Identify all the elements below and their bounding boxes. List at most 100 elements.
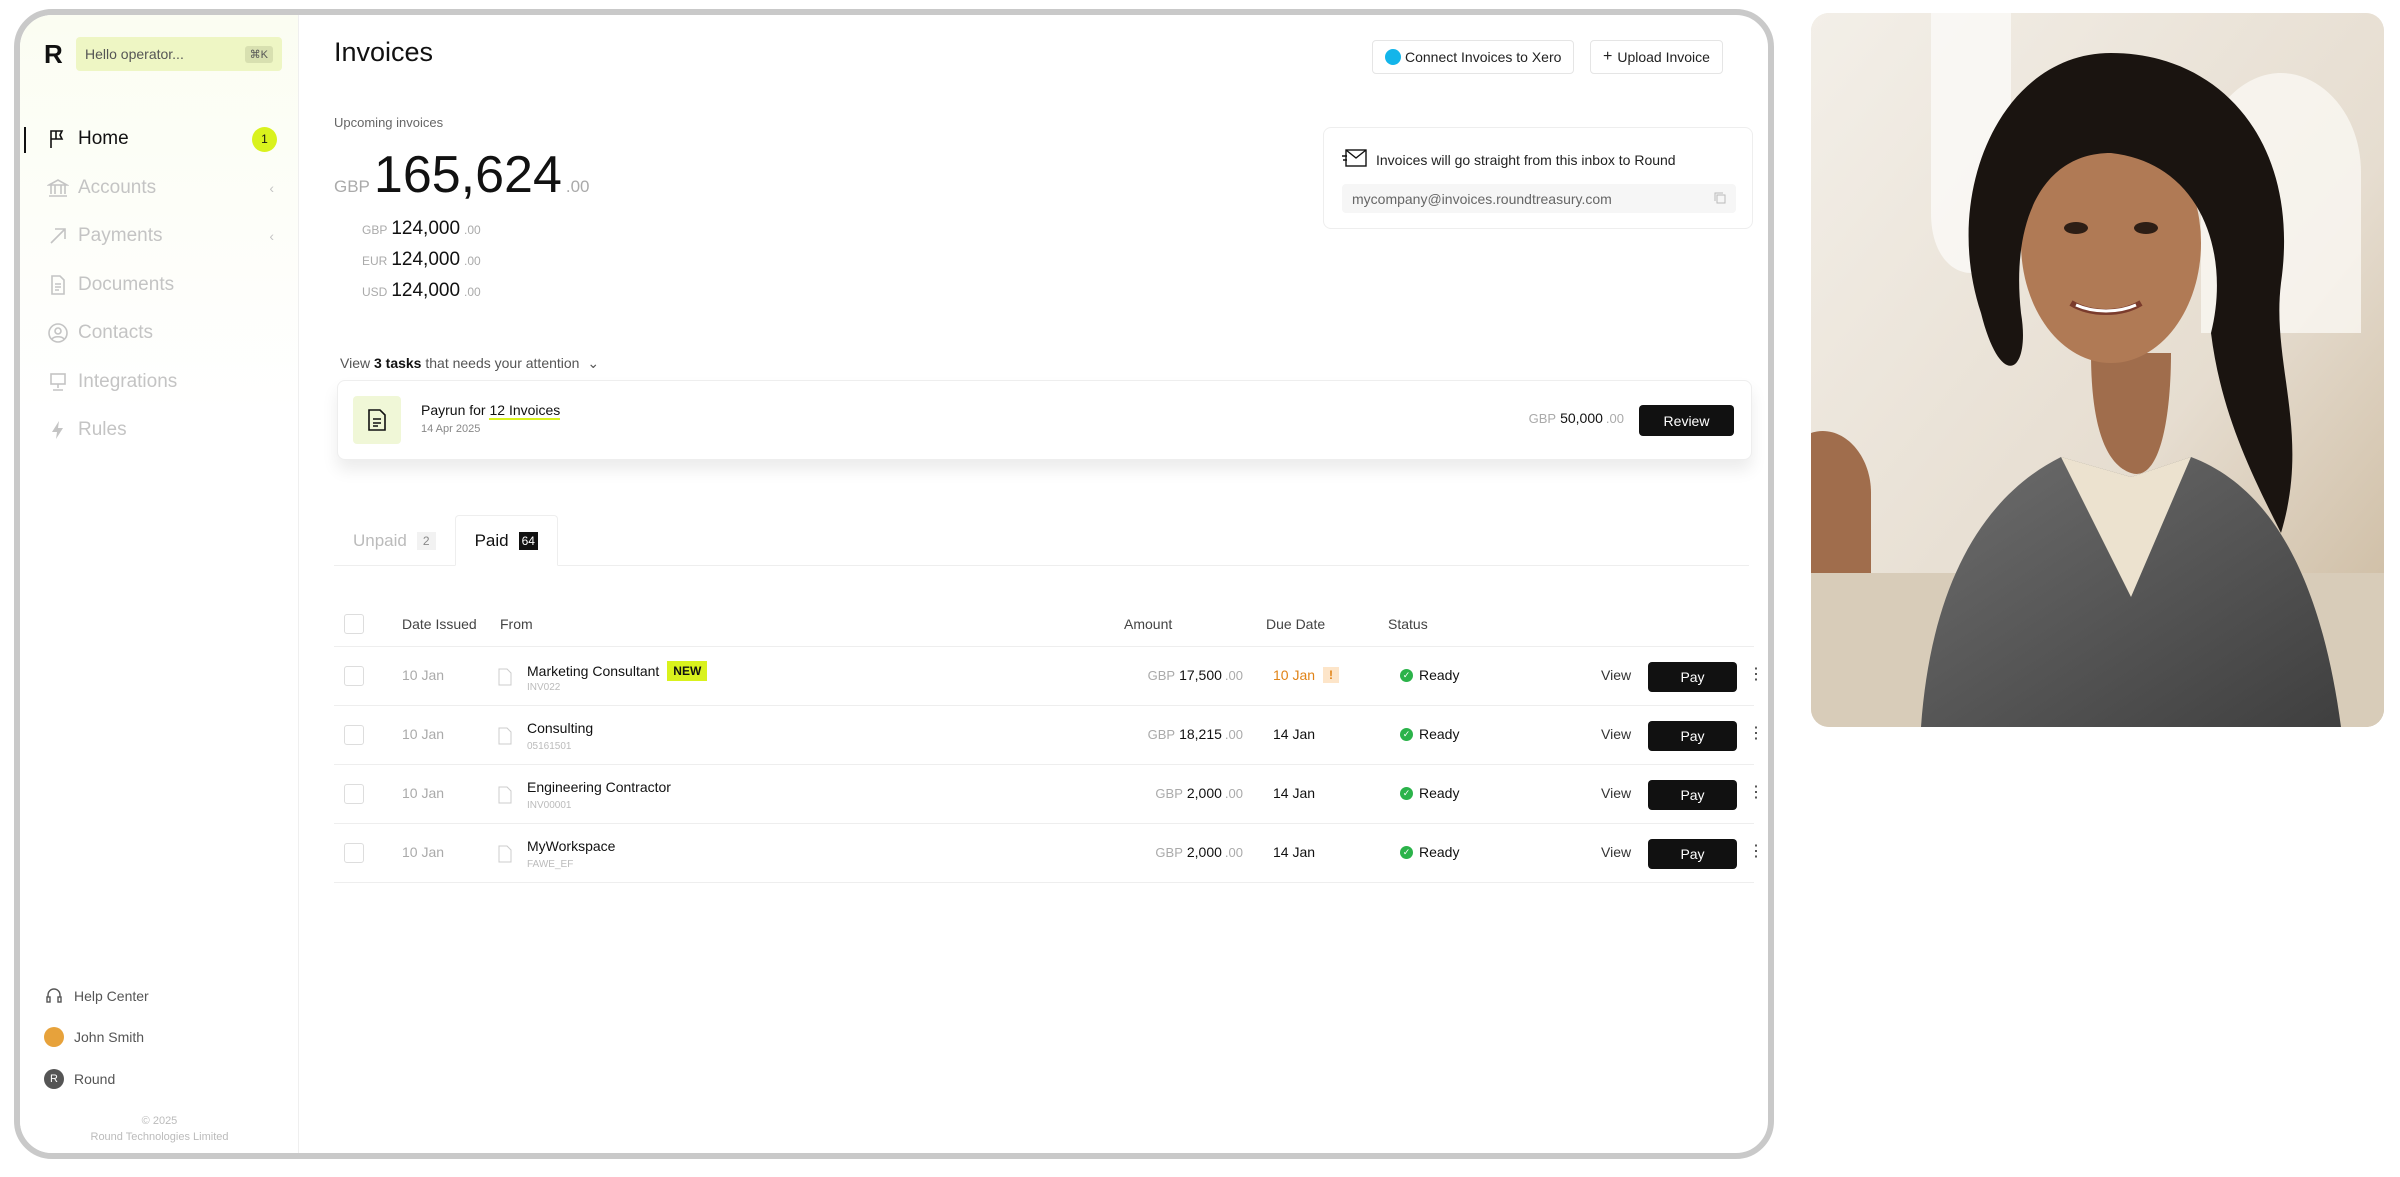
column-header-status[interactable]: Status [1388, 616, 1428, 632]
amount-currency: GBP [1155, 786, 1183, 801]
date-issued: 10 Jan [402, 844, 445, 860]
sidebar-item-label: Integrations [78, 370, 178, 392]
more-options-icon[interactable]: ⋮ [1748, 841, 1764, 861]
user-profile-link[interactable]: John Smith [44, 1017, 284, 1059]
table-row[interactable]: 10 Jan Marketing Consultant NEW INV022 GB… [334, 647, 1764, 706]
sidebar-item-payments[interactable]: Payments ‹ [20, 212, 298, 261]
more-options-icon[interactable]: ⋮ [1748, 664, 1764, 684]
connect-xero-label: Connect Invoices to Xero [1405, 49, 1562, 65]
from-name: Marketing Consultant [527, 663, 660, 679]
chevron-left-icon[interactable]: ‹ [269, 180, 274, 196]
sidebar: R Hello operator... ⌘K Home 1 Accounts ‹… [20, 15, 299, 1153]
organisation-link[interactable]: R Round [44, 1058, 284, 1100]
pay-button[interactable]: Pay [1648, 780, 1737, 810]
column-header-amount[interactable]: Amount [1124, 616, 1172, 632]
due-date: 14 Jan [1273, 844, 1315, 860]
column-header-due-date[interactable]: Due Date [1266, 616, 1325, 632]
from-name: Consulting [527, 720, 594, 736]
row-checkbox[interactable] [344, 666, 364, 686]
task-card[interactable]: Payrun for 12 Invoices 14 Apr 2025 GBP 5… [337, 380, 1752, 460]
view-button[interactable]: View [1601, 667, 1631, 683]
invoice-amount: GBP 18,215.00 [1148, 726, 1243, 742]
task-invoices-link[interactable]: 12 Invoices [489, 402, 561, 420]
row-checkbox[interactable] [344, 843, 364, 863]
due-date-value: 10 Jan [1273, 667, 1316, 683]
amount-currency: GBP [1155, 845, 1183, 860]
document-icon [498, 668, 512, 686]
check-icon: ✓ [1400, 727, 1413, 741]
amount-value: 2,000 [1186, 844, 1222, 860]
copyright-company: Round Technologies Limited [90, 1131, 229, 1143]
select-all-checkbox[interactable] [344, 614, 364, 634]
search-input[interactable]: Hello operator... ⌘K [76, 37, 282, 71]
currency-amount: 124,000 [391, 280, 461, 301]
sidebar-item-label: Accounts [78, 176, 157, 198]
amount-decimals: .00 [1224, 845, 1243, 860]
portrait-photo [1811, 13, 2384, 727]
sidebar-item-documents[interactable]: Documents [20, 261, 298, 310]
date-issued: 10 Jan [402, 726, 445, 742]
date-issued: 10 Jan [402, 785, 445, 801]
sidebar-item-integrations[interactable]: Integrations [20, 358, 298, 407]
status-badge: ✓ Ready [1400, 667, 1459, 683]
due-date-value: 14 Jan [1273, 844, 1316, 860]
view-button[interactable]: View [1601, 844, 1631, 860]
review-button[interactable]: Review [1639, 405, 1734, 436]
inbox-email-field[interactable]: mycompany@invoices.roundtreasury.com [1342, 184, 1736, 213]
tab-count: 2 [416, 531, 436, 550]
more-options-icon[interactable]: ⋮ [1748, 723, 1764, 743]
breakdown-row-usd: USD 124,000 .00 [362, 280, 481, 311]
due-date-value: 14 Jan [1273, 785, 1316, 801]
view-button[interactable]: View [1601, 726, 1631, 742]
tab-unpaid[interactable]: Unpaid 2 [334, 515, 455, 566]
amount-decimals: .00 [1224, 727, 1243, 742]
invoice-tabs: Unpaid 2 Paid 64 [334, 515, 1749, 566]
sidebar-item-label: Contacts [78, 322, 153, 344]
amount-currency: GBP [1147, 727, 1176, 742]
sidebar-item-contacts[interactable]: Contacts [20, 309, 298, 358]
tab-paid[interactable]: Paid 64 [454, 515, 558, 566]
sidebar-item-accounts[interactable]: Accounts ‹ [20, 164, 298, 213]
document-icon [498, 786, 512, 804]
chevron-left-icon[interactable]: ‹ [269, 228, 274, 244]
table-row[interactable]: 10 Jan Consulting 05161501 GBP 18,215.00 … [334, 706, 1764, 765]
copy-icon[interactable] [1714, 191, 1726, 207]
flag-icon [46, 127, 70, 151]
search-placeholder: Hello operator... [85, 46, 184, 62]
app-window: R Hello operator... ⌘K Home 1 Accounts ‹… [14, 9, 1774, 1159]
check-icon: ✓ [1400, 845, 1413, 859]
notification-badge: 1 [252, 126, 277, 152]
currency-amount: 124,000 [391, 218, 461, 239]
task-decimals: .00 [1605, 411, 1624, 426]
view-button[interactable]: View [1601, 785, 1631, 801]
monitor-icon [46, 370, 70, 394]
currency-breakdown: GBP 124,000 .00 EUR 124,000 .00 USD 124,… [362, 218, 481, 311]
tasks-suffix: that needs your attention [425, 355, 580, 371]
row-checkbox[interactable] [344, 784, 364, 804]
pay-button[interactable]: Pay [1648, 721, 1737, 751]
sidebar-item-rules[interactable]: Rules [20, 406, 298, 455]
pay-button[interactable]: Pay [1648, 839, 1737, 869]
tasks-toggle[interactable]: View 3 tasks that needs your attention ⌄ [340, 355, 599, 372]
column-header-from[interactable]: From [500, 616, 533, 632]
help-center-link[interactable]: Help Center [44, 975, 284, 1017]
status-text: Ready [1419, 844, 1460, 860]
breakdown-row-gbp: GBP 124,000 .00 [362, 218, 481, 249]
column-header-date[interactable]: Date Issued [402, 616, 477, 632]
pay-button[interactable]: Pay [1648, 662, 1737, 692]
round-logo[interactable]: R [44, 39, 63, 70]
date-issued: 10 Jan [402, 667, 445, 683]
table-row[interactable]: 10 Jan MyWorkspace FAWE_EF GBP 2,000.00 1… [334, 824, 1764, 883]
upcoming-label: Upcoming invoices [334, 115, 444, 130]
currency-code: USD [362, 285, 388, 299]
connect-xero-button[interactable]: Connect Invoices to Xero [1372, 40, 1575, 74]
sidebar-footer: Help Center John Smith R Round [44, 975, 284, 1100]
upload-invoice-button[interactable]: + Upload Invoice [1590, 40, 1723, 74]
more-options-icon[interactable]: ⋮ [1748, 782, 1764, 802]
table-row[interactable]: 10 Jan Engineering Contractor INV00001 G… [334, 765, 1764, 824]
check-icon: ✓ [1400, 786, 1413, 800]
sidebar-item-home[interactable]: Home 1 [20, 115, 298, 164]
row-checkbox[interactable] [344, 725, 364, 745]
task-date: 14 Apr 2025 [421, 423, 481, 435]
amount-decimals: .00 [1224, 786, 1243, 801]
